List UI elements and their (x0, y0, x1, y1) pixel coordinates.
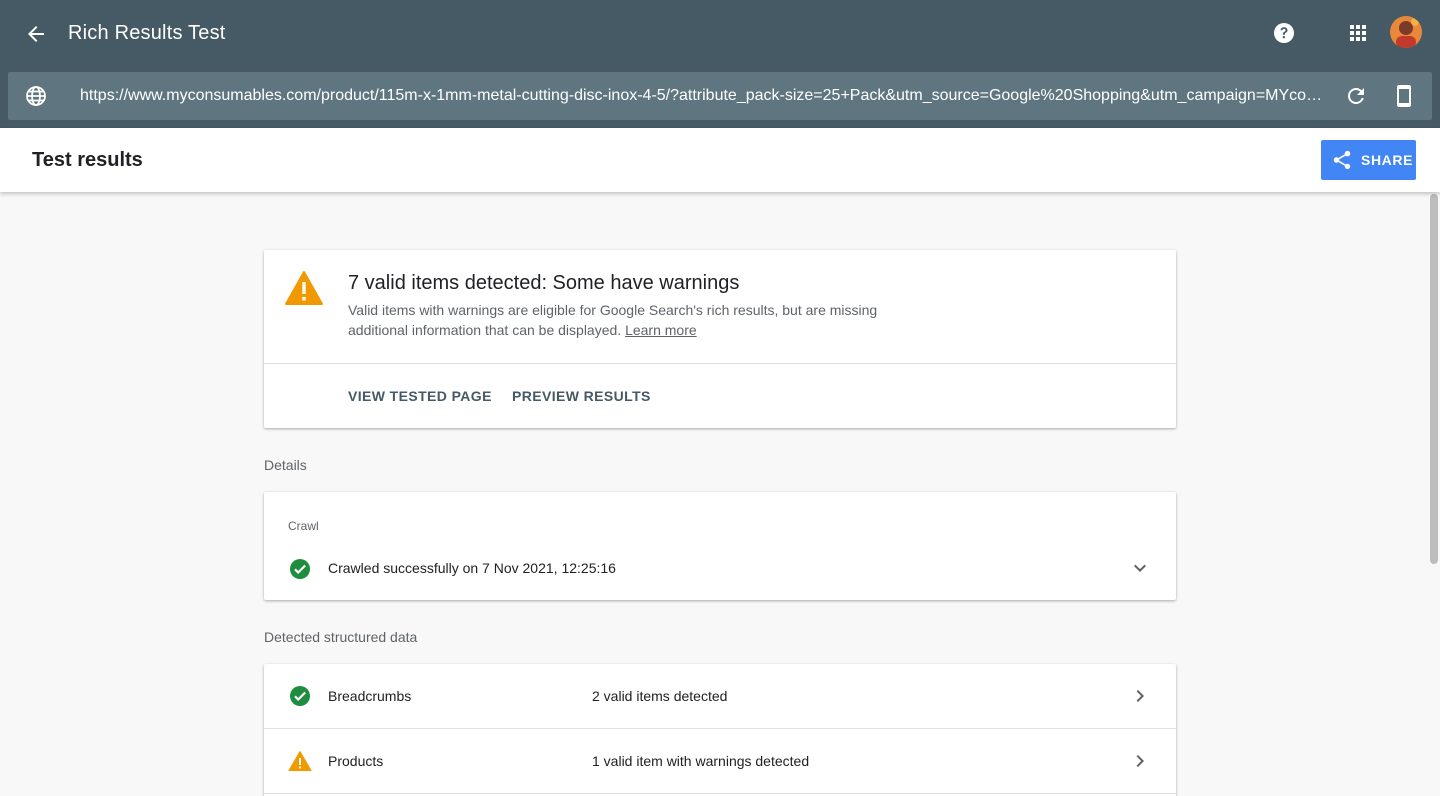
user-avatar[interactable] (1390, 16, 1422, 48)
share-icon (1333, 150, 1351, 170)
help-icon (1274, 23, 1294, 43)
crawl-label: Crawl (288, 519, 319, 533)
app-title: Rich Results Test (68, 22, 226, 44)
structured-data-label: Detected structured data (264, 629, 418, 645)
divider (264, 793, 1176, 794)
arrow-back-icon (28, 26, 44, 42)
help-button[interactable] (1272, 21, 1296, 45)
reload-button[interactable] (1344, 84, 1368, 108)
smartphone-icon (1397, 85, 1411, 107)
refresh-icon (1348, 88, 1364, 104)
list-item-products[interactable]: Products 1 valid item with warnings dete… (264, 729, 1176, 794)
warning-icon (288, 751, 312, 771)
details-label: Details (264, 457, 307, 473)
learn-more-link[interactable]: Learn more (625, 322, 697, 338)
page-title: Test results (32, 149, 143, 171)
check-circle-icon (290, 686, 310, 706)
globe-icon (26, 86, 46, 106)
summary-card: 7 valid items detected: Some have warnin… (264, 250, 1176, 428)
crawl-status: Crawled successfully on 7 Nov 2021, 12:2… (328, 560, 616, 576)
summary-description-text: Valid items with warnings are eligible f… (348, 302, 878, 338)
app-bar: Rich Results Test https://www.myconsumab… (0, 0, 1440, 128)
view-tested-page-button[interactable]: VIEW TESTED PAGE (348, 388, 492, 404)
share-button[interactable]: SHARE (1321, 140, 1416, 180)
back-button[interactable] (22, 20, 50, 48)
share-label: SHARE (1361, 152, 1414, 168)
summary-description: Valid items with warnings are eligible f… (348, 300, 928, 340)
item-status: 1 valid item with warnings detected (592, 753, 810, 769)
preview-results-button[interactable]: PREVIEW RESULTS (512, 388, 651, 404)
apps-button[interactable] (1346, 21, 1370, 45)
divider (264, 363, 1176, 364)
warning-icon (285, 271, 323, 305)
results-header: Test results SHARE (0, 128, 1440, 192)
structured-data-card: Breadcrumbs 2 valid items detected Produ… (264, 664, 1176, 796)
chevron-right-icon (1136, 690, 1144, 702)
device-toggle-button[interactable] (1392, 84, 1416, 108)
list-item-breadcrumbs[interactable]: Breadcrumbs 2 valid items detected (264, 664, 1176, 729)
url-bar: https://www.myconsumables.com/product/11… (8, 72, 1432, 120)
scrollbar[interactable] (1430, 194, 1438, 564)
chevron-down-icon (1134, 564, 1146, 572)
apps-grid-icon (1350, 25, 1366, 41)
expand-crawl-button[interactable] (1128, 556, 1152, 580)
check-circle-icon (290, 559, 310, 579)
chevron-right-icon (1136, 755, 1144, 767)
item-name: Products (328, 753, 384, 769)
summary-heading: 7 valid items detected: Some have warnin… (348, 272, 740, 294)
avatar-image (1390, 16, 1422, 48)
item-status: 2 valid items detected (592, 688, 728, 704)
url-input[interactable]: https://www.myconsumables.com/product/11… (80, 86, 1330, 106)
item-name: Breadcrumbs (328, 688, 412, 704)
crawl-card: Crawl Crawled successfully on 7 Nov 2021… (264, 492, 1176, 600)
